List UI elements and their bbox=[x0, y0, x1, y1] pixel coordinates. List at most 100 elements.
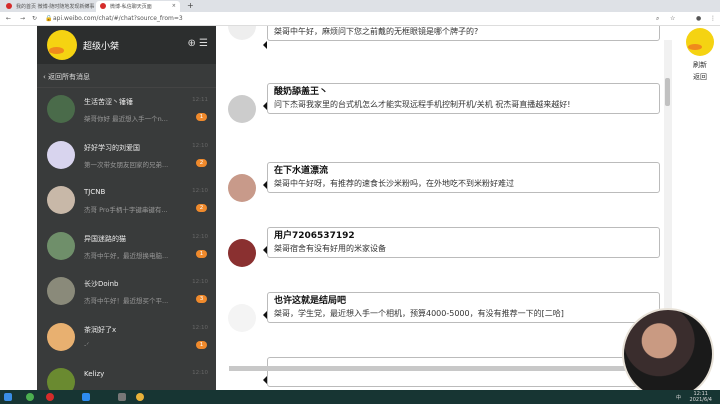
conversation-time: 12:10 bbox=[192, 279, 208, 285]
avatar[interactable] bbox=[228, 26, 256, 40]
message-text: 桀哥宿舍有没有好用的米家设备 bbox=[274, 244, 386, 253]
conversation-time: 12:10 bbox=[192, 233, 208, 240]
conversation-name: 长沙Doinb bbox=[84, 280, 119, 288]
refresh-button[interactable]: 刷新 bbox=[680, 60, 720, 70]
chat-panel: 桀哥中午好，麻烦问下您之前戴的无框眼镜是哪个牌子的? 酸奶舔盖王丶 问下杰哥我家里… bbox=[216, 26, 672, 390]
conversation-item[interactable]: Kelizy 12:10 bbox=[37, 361, 216, 390]
new-chat-icon[interactable]: ⊕ bbox=[187, 38, 195, 49]
sender-name[interactable]: 用户7206537192 bbox=[274, 231, 653, 242]
weibo-icon bbox=[100, 3, 106, 9]
menu-icon[interactable]: ⋮ bbox=[710, 15, 716, 22]
conversation-item[interactable]: TJCNB 12:10 杰哥 Pro手柄十字键串键有... 2 bbox=[37, 179, 216, 225]
conversation-preview: 桀哥你好 最近想入手一个n... bbox=[84, 115, 168, 123]
avatar[interactable] bbox=[228, 174, 256, 202]
back-button[interactable]: 返回 bbox=[680, 72, 720, 82]
account-name: 超级小桀 bbox=[83, 42, 120, 52]
unread-badge: 2 bbox=[196, 158, 207, 167]
ime-indicator[interactable]: 中 bbox=[676, 394, 681, 401]
conversation-item[interactable]: 生活苦涩丶锤锤 12:11 桀哥你好 最近想入手一个n... 1 bbox=[37, 88, 216, 134]
unread-badge: 2 bbox=[196, 204, 207, 212]
weibo-icon[interactable] bbox=[46, 393, 54, 401]
sender-name[interactable]: 在下水道漂流 bbox=[274, 166, 653, 177]
conversation-name: 生活苦涩丶锤锤 bbox=[84, 98, 133, 106]
start-icon[interactable] bbox=[4, 393, 12, 401]
url-input[interactable]: api.weibo.com/chat/#/chat?source_from=3 bbox=[53, 15, 183, 22]
lock-icon: 🔒 bbox=[45, 15, 53, 22]
right-panel: 刷新 返回 bbox=[680, 26, 720, 82]
conversation-item[interactable]: 好好学习的刘爱国 12:10 第一次带女朋友回家的兄弟... 2 bbox=[37, 134, 216, 180]
tab-bar: 我的首页 微博-随时随地发现新鲜事 × 微博-私信聊天页面 × + bbox=[0, 0, 720, 12]
conversation-preview: 杰哥 Pro手柄十字键串键有... bbox=[84, 206, 168, 214]
chrome-icon[interactable] bbox=[136, 393, 144, 401]
webcam-overlay bbox=[622, 308, 714, 400]
back-icon[interactable]: ← bbox=[6, 15, 11, 22]
message-text: 桀哥中午好，麻烦问下您之前戴的无框眼镜是哪个牌子的? bbox=[274, 27, 479, 36]
tab-weibo-chat[interactable]: 微博-私信聊天页面 × bbox=[96, 1, 180, 12]
menu-icon[interactable]: ☰ bbox=[199, 38, 208, 49]
conversation-sidebar: 超级小桀 ⊕ ☰ ‹ 返回所有消息 生活苦涩丶锤锤 12:11 桀哥你好 最近想… bbox=[37, 26, 216, 390]
conversation-name: 好好学习的刘爱国 bbox=[84, 143, 140, 152]
avatar bbox=[47, 368, 75, 390]
conversation-preview: -ᐟ bbox=[84, 340, 90, 349]
message-text: 桀哥中午好呀，有推荐的速食长沙米粉吗，在外地吃不到米粉好难过 bbox=[274, 179, 514, 188]
taskbar: 中 12:11 2021/6/4 bbox=[0, 390, 720, 404]
conversation-item[interactable]: 长沙Doinb 12:10 杰哥中午好！最近想买个平... 3 bbox=[37, 270, 216, 316]
message-bubble: 酸奶舔盖王丶 问下杰哥我家里的台式机怎么才能实现远程手机控制开机/关机 祝杰哥直播… bbox=[263, 83, 660, 114]
unread-badge: 3 bbox=[196, 295, 207, 303]
message-bubble: 在下水道漂流 桀哥中午好呀，有推荐的速食长沙米粉吗，在外地吃不到米粉好难过 bbox=[263, 162, 660, 193]
tab-weibo-home[interactable]: 我的首页 微博-随时随地发现新鲜事 × bbox=[2, 1, 94, 12]
conversation-name: 茶润好了x bbox=[84, 325, 117, 334]
unread-badge: 1 bbox=[196, 113, 207, 121]
conversation-time: 12:10 bbox=[192, 142, 208, 149]
sender-name[interactable]: 酸奶舔盖王丶 bbox=[274, 87, 653, 98]
conversation-preview: 杰哥中午好，最近想换电脑... bbox=[84, 251, 169, 260]
message-text: 问下杰哥我家里的台式机怎么才能实现远程手机控制开机/关机 祝杰哥直播越来越好! bbox=[274, 100, 571, 109]
message-bubble: 用户7206537192 桀哥宿舍有没有好用的米家设备 bbox=[263, 227, 660, 258]
message-bubble bbox=[263, 357, 660, 387]
avatar[interactable] bbox=[228, 95, 256, 123]
conversation-time: 12:11 bbox=[192, 97, 208, 103]
forward-icon[interactable]: → bbox=[20, 15, 25, 22]
back-to-all-messages[interactable]: ‹ 返回所有消息 bbox=[37, 64, 216, 88]
unread-badge: 1 bbox=[196, 249, 207, 258]
avatar[interactable] bbox=[228, 304, 256, 332]
close-tab-icon[interactable]: × bbox=[172, 3, 176, 9]
horizontal-scrollbar[interactable] bbox=[229, 366, 629, 371]
conversation-name: Kelizy bbox=[84, 370, 105, 378]
avatar bbox=[47, 277, 75, 305]
conversation-name: 异国迷路的猫 bbox=[84, 234, 126, 243]
conversation-time: 12:10 bbox=[192, 324, 208, 331]
message-bubble: 也许这就是结局吧 桀哥，学生党，最近想入手一个相机，预算4000-5000，有没有… bbox=[263, 292, 660, 323]
avatar bbox=[47, 95, 75, 123]
app-icon[interactable] bbox=[26, 393, 34, 401]
message-bubble: 桀哥中午好，麻烦问下您之前戴的无框眼镜是哪个牌子的? bbox=[263, 26, 660, 49]
conversation-item[interactable]: 茶润好了x 12:10 -ᐟ 1 bbox=[37, 316, 216, 362]
clock[interactable]: 12:11 2021/6/4 bbox=[690, 391, 712, 403]
avatar[interactable] bbox=[228, 239, 256, 267]
star-icon[interactable]: ☆ bbox=[670, 15, 675, 22]
conversation-time: 12:10 bbox=[192, 370, 208, 376]
app-icon[interactable] bbox=[82, 393, 90, 401]
conversation-name: TJCNB bbox=[84, 188, 106, 196]
new-tab-button[interactable]: + bbox=[187, 1, 194, 10]
profile-icon[interactable]: ● bbox=[696, 15, 701, 22]
search-icon[interactable]: ⌕ bbox=[656, 15, 659, 23]
weibo-icon bbox=[6, 3, 12, 9]
conversation-preview: 第一次带女朋友回家的兄弟... bbox=[84, 160, 169, 169]
app-icon[interactable] bbox=[118, 393, 126, 401]
avatar bbox=[47, 231, 75, 260]
message-text: 桀哥，学生党，最近想入手一个相机，预算4000-5000，有没有推荐一下的[二哈… bbox=[274, 309, 564, 318]
conversation-item[interactable]: 异国迷路的猫 12:10 杰哥中午好，最近想换电脑... 1 bbox=[37, 225, 216, 271]
close-tab-icon[interactable]: × bbox=[86, 3, 90, 9]
conversation-preview: 杰哥中午好！最近想买个平... bbox=[84, 297, 169, 305]
sender-name[interactable]: 也许这就是结局吧 bbox=[274, 296, 653, 307]
reload-icon[interactable]: ↻ bbox=[32, 15, 37, 22]
avatar bbox=[47, 30, 77, 60]
avatar bbox=[47, 186, 75, 214]
avatar bbox=[47, 322, 75, 351]
avatar bbox=[686, 28, 714, 56]
address-bar: ← → ↻ 🔒 api.weibo.com/chat/#/chat?source… bbox=[0, 12, 720, 26]
avatar bbox=[47, 140, 75, 169]
unread-badge: 1 bbox=[196, 340, 207, 349]
sidebar-header: 超级小桀 ⊕ ☰ bbox=[37, 26, 216, 64]
